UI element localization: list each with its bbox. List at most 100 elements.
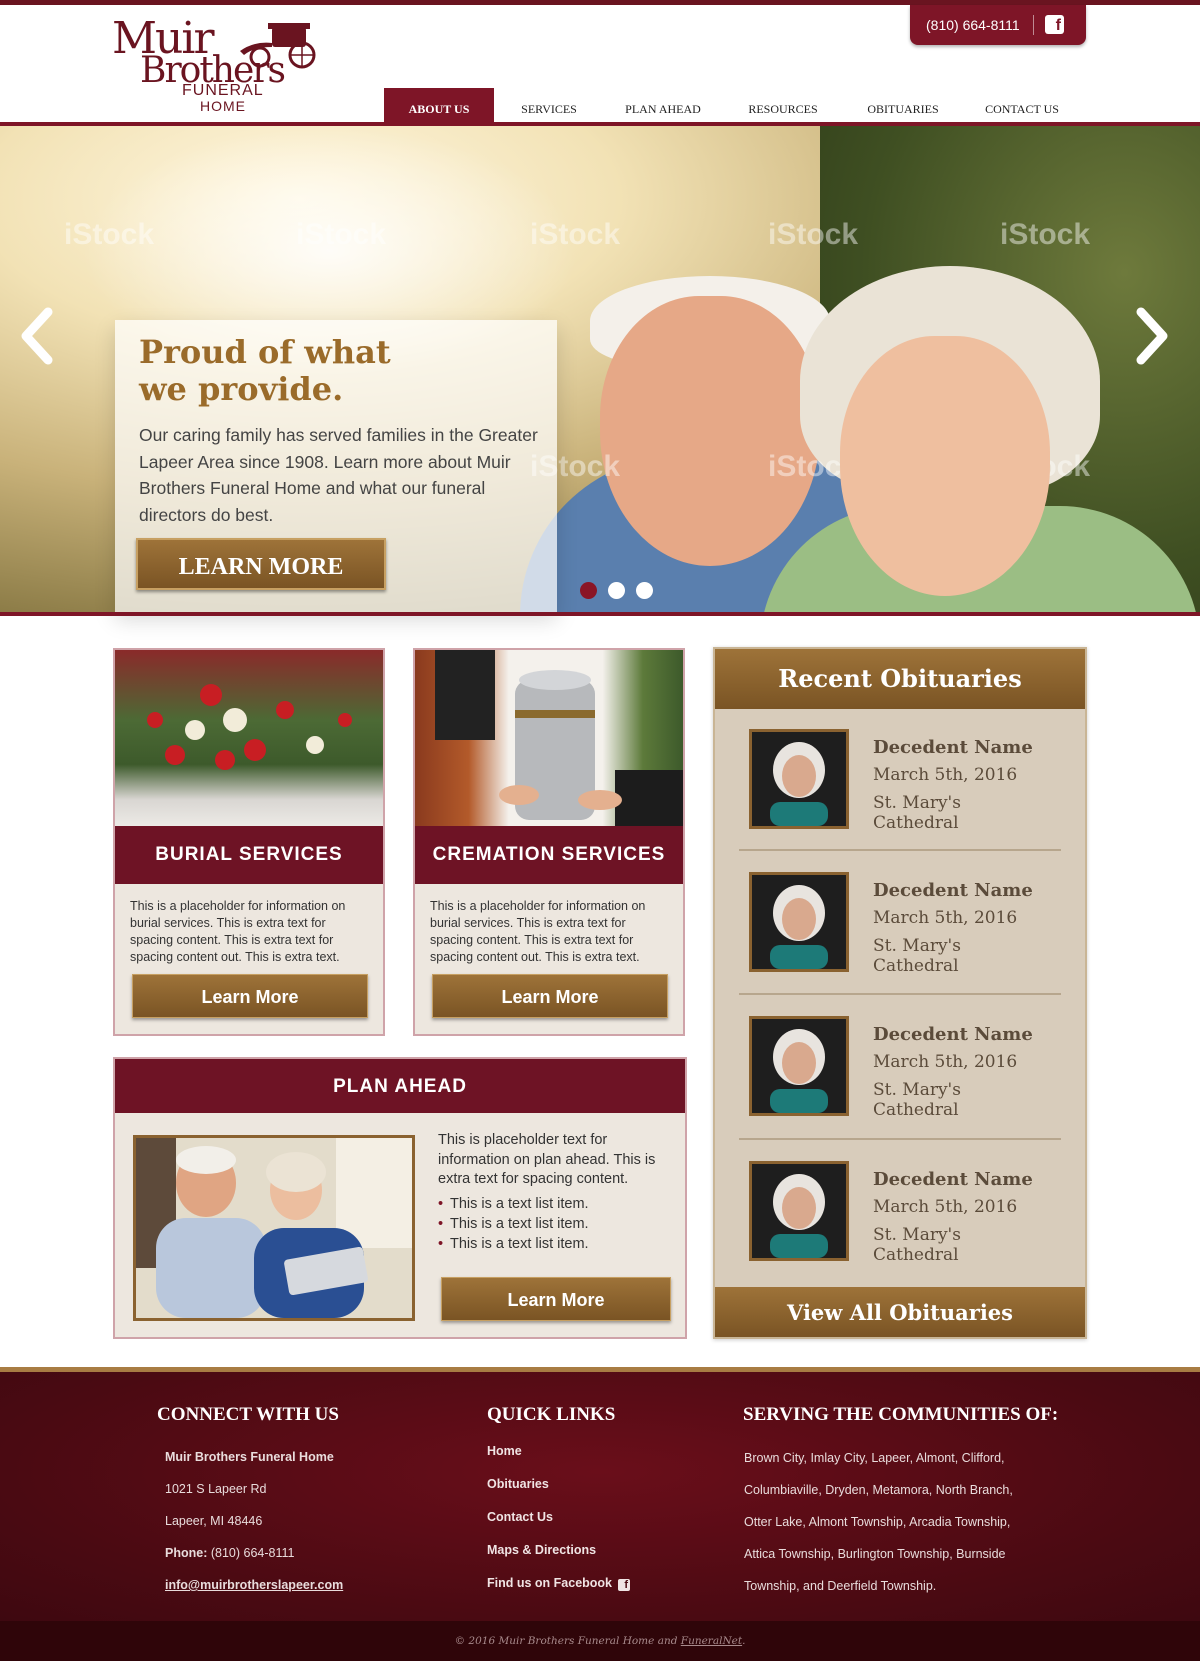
obituary-photo [749,1161,849,1261]
footer-phone: Phone: (810) 664-8111 [165,1546,294,1560]
obituary-place: St. Mary's Cathedral [873,936,961,976]
obituary-photo [749,1016,849,1116]
obituary-name: Decedent Name [873,1024,1033,1045]
hero-body: Our caring family has served families in… [139,425,538,525]
logo-text-funeral: FUNERAL [182,82,264,99]
footer-link-home[interactable]: Home [487,1444,522,1458]
burial-services-text: This is a placeholder for information on… [130,899,346,964]
burial-services-photo [115,650,383,826]
burial-services-title: BURIAL SERVICES [115,826,383,884]
phone-tab: (810) 664-8111 f [910,5,1086,45]
obituary-name: Decedent Name [873,737,1033,758]
obituary-date: March 5th, 2016 [873,908,1018,928]
carriage-icon [240,23,316,69]
footer-link-contact-us[interactable]: Contact Us [487,1510,553,1524]
obituary-place: St. Mary's Cathedral [873,1080,961,1120]
footer-quick-links-title: QUICK LINKS [487,1404,616,1425]
facebook-icon[interactable]: f [1045,15,1064,34]
portrait-graphic [752,732,846,826]
footer-communities-title: SERVING THE COMMUNITIES OF: [743,1404,1059,1425]
obituary-item[interactable]: Decedent Name March 5th, 2016 St. Mary's… [749,1161,1051,1265]
site-footer: CONNECT WITH US Muir Brothers Funeral Ho… [0,1367,1200,1621]
slider-dot-2[interactable] [608,582,625,599]
footer-communities-text: Brown City, Imlay City, Lapeer, Almont, … [744,1451,1013,1593]
view-all-obituaries-button[interactable]: View All Obituaries [715,1287,1085,1337]
facebook-icon: f [618,1579,631,1591]
footer-link-obituaries[interactable]: Obituaries [487,1477,549,1491]
obituary-divider [739,1138,1061,1140]
plan-ahead-list: This is a text list item. This is a text… [438,1194,589,1254]
slider-dot-1[interactable] [580,582,597,599]
hero-learn-more-button[interactable]: LEARN MORE [136,538,386,590]
obituary-item[interactable]: Decedent Name March 5th, 2016 St. Mary's… [749,872,1051,976]
hero-title-line-1: Proud of what [139,333,391,371]
plan-ahead-list-item: This is a text list item. [438,1194,589,1214]
obituary-date: March 5th, 2016 [873,1197,1018,1217]
obituary-photo [749,729,849,829]
slider-prev-arrow-icon[interactable] [18,306,54,366]
footer-connect-title: CONNECT WITH US [157,1404,339,1425]
hero-photo-woman-face [840,336,1050,596]
watermark: iStock [296,218,387,251]
obituary-name: Decedent Name [873,1169,1033,1190]
couple-tablet-graphic [136,1138,412,1318]
obituary-place: St. Mary's Cathedral [873,793,961,833]
footer-phone-label: Phone: [165,1546,208,1560]
hero-title-line-2: we provide. [139,370,344,408]
plan-ahead-learn-more-button[interactable]: Learn More [441,1277,671,1321]
obituary-item[interactable]: Decedent Name March 5th, 2016 St. Mary's… [749,729,1051,833]
plan-ahead-card: PLAN AHEAD This is placeholder text for … [113,1057,687,1339]
watermark: iStock [768,218,859,251]
footer-link-maps-directions[interactable]: Maps & Directions [487,1543,596,1557]
burial-learn-more-button[interactable]: Learn More [132,974,368,1018]
hero-photo-man-face [600,296,820,566]
obituary-item[interactable]: Decedent Name March 5th, 2016 St. Mary's… [749,1016,1051,1120]
flower-arrangement-graphic [147,684,352,770]
cremation-services-photo [415,650,683,826]
site-logo[interactable]: Muir Brothers FUNERAL HOME [112,17,322,117]
header-phone[interactable]: (810) 664-8111 [926,17,1020,33]
hero-title: Proud of what we provide. [139,334,519,408]
recent-obituaries-title: Recent Obituaries [715,649,1085,709]
obituary-place: St. Mary's Cathedral [873,1225,961,1265]
funeralnet-link[interactable]: FuneralNet [681,1635,742,1647]
copyright-text: © 2016 Muir Brothers Funeral Home and [454,1635,678,1647]
obituary-divider [739,993,1061,995]
obituary-divider [739,849,1061,851]
plan-ahead-photo [133,1135,415,1321]
obituary-date: March 5th, 2016 [873,765,1018,785]
hero-divider [0,612,1200,616]
hero-caption-card: Proud of what we provide. Our caring fami… [115,320,557,612]
burial-services-card: BURIAL SERVICES This is a placeholder fo… [113,648,385,1036]
footer-link-facebook-label: Find us on Facebook [487,1576,613,1590]
footer-address-line-1: 1021 S Lapeer Rd [165,1482,267,1496]
obituary-date: March 5th, 2016 [873,1052,1018,1072]
footer-link-facebook[interactable]: Find us on Facebook f [487,1576,631,1591]
phone-tab-divider [1033,15,1034,35]
recent-obituaries-panel: Recent Obituaries Decedent Name March 5t… [713,647,1087,1339]
site-header: Muir Brothers FUNERAL HOME (810) 664-811… [0,5,1200,127]
footer-phone-number[interactable]: (810) 664-8111 [211,1546,295,1560]
portrait-graphic [752,1019,846,1113]
slider-next-arrow-icon[interactable] [1135,306,1171,366]
slider-dot-3[interactable] [636,582,653,599]
cremation-learn-more-button[interactable]: Learn More [432,974,668,1018]
watermark: iStock [64,218,155,251]
logo-text-home: HOME [200,98,246,114]
plan-ahead-list-item: This is a text list item. [438,1234,589,1254]
cremation-services-text: This is a placeholder for information on… [430,899,646,964]
footer-address-line-2: Lapeer, MI 48446 [165,1514,263,1528]
obituary-name: Decedent Name [873,880,1033,901]
plan-ahead-text: This is placeholder text for information… [438,1132,656,1187]
copyright-suffix: . [742,1635,746,1647]
watermark: iStock [530,218,621,251]
portrait-graphic [752,1164,846,1258]
footer-business-name: Muir Brothers Funeral Home [165,1450,334,1464]
urn-graphic [435,650,683,826]
plan-ahead-title: PLAN AHEAD [115,1059,685,1113]
cremation-services-title: CREMATION SERVICES [415,826,683,884]
footer-copyright: © 2016 Muir Brothers Funeral Home and Fu… [0,1621,1200,1661]
portrait-graphic [752,875,846,969]
footer-email-link[interactable]: info@muirbrotherslapeer.com [165,1578,343,1592]
plan-ahead-list-item: This is a text list item. [438,1214,589,1234]
